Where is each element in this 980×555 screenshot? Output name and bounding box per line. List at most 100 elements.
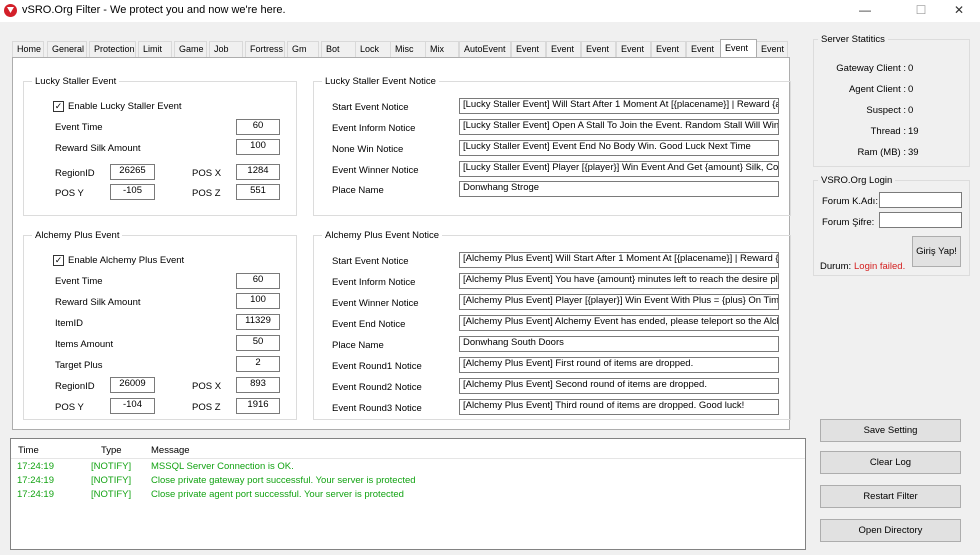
lucky-notice-input-inform[interactable]: [Lucky Staller Event] Open A Stall To Jo… xyxy=(459,119,779,135)
log-row[interactable]: 17:24:19 [NOTIFY] MSSQL Server Connectio… xyxy=(11,461,805,475)
tab-bot[interactable]: Bot xyxy=(321,41,357,57)
save-setting-button[interactable]: Save Setting xyxy=(820,419,961,442)
tab-game[interactable]: Game xyxy=(174,41,207,57)
alchemy-notice-input-end[interactable]: [Alchemy Plus Event] Alchemy Event has e… xyxy=(459,315,779,331)
alchemy-notice-input-round2[interactable]: [Alchemy Plus Event] Second round of ite… xyxy=(459,378,779,394)
log-header: Time Type Message xyxy=(11,439,805,459)
alchemy-posy-label: POS Y xyxy=(55,402,84,413)
close-button[interactable]: ✕ xyxy=(936,0,980,22)
alchemy-posy-input[interactable]: -104 xyxy=(110,398,155,414)
lucky-posz-input[interactable]: 551 xyxy=(236,184,280,200)
alchemy-notice-input-winner[interactable]: [Alchemy Plus Event] Player [{player}] W… xyxy=(459,294,779,310)
stat-agent-value: 0 xyxy=(908,84,914,95)
open-directory-button[interactable]: Open Directory xyxy=(820,519,961,542)
log-header-type[interactable]: Type xyxy=(101,445,122,456)
alchemy-event-time-input[interactable]: 60 xyxy=(236,273,280,289)
lucky-posx-input[interactable]: 1284 xyxy=(236,164,280,180)
tab-mix[interactable]: Mix xyxy=(425,41,459,57)
forum-user-label: Forum K.Adı: xyxy=(822,196,878,207)
alchemy-enable-label: Enable Alchemy Plus Event xyxy=(68,255,185,266)
tab-event-7[interactable]: Event xyxy=(720,39,757,57)
event-tab-panel: Lucky Staller Event ✓ Enable Lucky Stall… xyxy=(12,57,791,430)
alchemy-posz-input[interactable]: 1916 xyxy=(236,398,280,414)
log-row[interactable]: 17:24:19 [NOTIFY] Close private gateway … xyxy=(11,475,805,489)
lucky-reward-label: Reward Silk Amount xyxy=(55,143,141,154)
alchemy-itemid-label: ItemID xyxy=(55,318,83,329)
alchemy-reward-input[interactable]: 100 xyxy=(236,293,280,309)
lucky-posz-label: POS Z xyxy=(192,188,221,199)
alchemy-enable-checkbox[interactable]: ✓ xyxy=(53,255,64,266)
tab-limit[interactable]: Limit xyxy=(138,41,172,57)
log-list[interactable]: Time Type Message 17:24:19 [NOTIFY] MSSQ… xyxy=(10,438,806,550)
lucky-reward-input[interactable]: 100 xyxy=(236,139,280,155)
alchemy-notice-group-title: Alchemy Plus Event Notice xyxy=(322,230,443,241)
lucky-enable-checkbox[interactable]: ✓ xyxy=(53,101,64,112)
stat-suspect-label: Suspect : xyxy=(866,105,906,116)
lucky-notice-label-inform: Event Inform Notice xyxy=(332,123,416,134)
tab-event-2[interactable]: Event xyxy=(546,41,581,57)
app-logo-icon xyxy=(4,4,17,17)
tab-autoevent[interactable]: AutoEvent xyxy=(459,41,511,57)
lucky-notice-input-nonewin[interactable]: [Lucky Staller Event] Event End No Body … xyxy=(459,140,779,156)
lucky-notice-input-place[interactable]: Donwhang Stroge xyxy=(459,181,779,197)
tab-misc[interactable]: Misc xyxy=(390,41,426,57)
login-button[interactable]: Giriş Yap! xyxy=(912,236,961,267)
alchemy-itemid-input[interactable]: 11329 xyxy=(236,314,280,330)
tab-event-1[interactable]: Event xyxy=(511,41,546,57)
lucky-posy-input[interactable]: -105 xyxy=(110,184,155,200)
log-time: 17:24:19 xyxy=(17,461,54,472)
alchemy-region-input[interactable]: 26009 xyxy=(110,377,155,393)
lucky-notice-input-start[interactable]: [Lucky Staller Event] Will Start After 1… xyxy=(459,98,779,114)
tab-protection[interactable]: Protection xyxy=(89,41,136,57)
stat-agent-label: Agent Client : xyxy=(848,84,906,95)
tab-general[interactable]: General xyxy=(47,41,87,57)
tab-lock[interactable]: Lock xyxy=(355,41,391,57)
alchemy-notice-input-start[interactable]: [Alchemy Plus Event] Will Start After 1 … xyxy=(459,252,779,268)
alchemy-notice-label-end: Event End Notice xyxy=(332,319,406,330)
minimize-button[interactable]: — xyxy=(842,0,888,22)
alchemy-items-amount-input[interactable]: 50 xyxy=(236,335,280,351)
log-type: [NOTIFY] xyxy=(91,461,132,472)
forum-user-input[interactable] xyxy=(879,192,962,208)
log-message: Close private agent port successful. You… xyxy=(151,489,404,500)
tab-event-8[interactable]: Event xyxy=(756,41,788,57)
alchemy-posx-input[interactable]: 893 xyxy=(236,377,280,393)
clear-log-button[interactable]: Clear Log xyxy=(820,451,961,474)
stat-suspect-value: 0 xyxy=(908,105,914,116)
alchemy-notice-input-round1[interactable]: [Alchemy Plus Event] First round of item… xyxy=(459,357,779,373)
tab-home[interactable]: Home xyxy=(12,41,44,57)
lucky-event-time-label: Event Time xyxy=(55,122,103,133)
alchemy-notice-input-round3[interactable]: [Alchemy Plus Event] Third round of item… xyxy=(459,399,779,415)
log-message: Close private gateway port successful. Y… xyxy=(151,475,416,486)
lucky-region-input[interactable]: 26265 xyxy=(110,164,155,180)
lucky-notice-input-winner[interactable]: [Lucky Staller Event] Player [{player}] … xyxy=(459,161,779,177)
lucky-posx-label: POS X xyxy=(192,168,222,179)
stat-ram-label: Ram (MB) : xyxy=(857,147,906,158)
tab-event-3[interactable]: Event xyxy=(581,41,616,57)
tab-event-4[interactable]: Event xyxy=(616,41,651,57)
alchemy-target-plus-input[interactable]: 2 xyxy=(236,356,280,372)
alchemy-notice-label-round2: Event Round2 Notice xyxy=(332,382,422,393)
alchemy-notice-input-place[interactable]: Donwhang South Doors xyxy=(459,336,779,352)
tab-job[interactable]: Job xyxy=(209,41,243,57)
login-status-label: Durum: xyxy=(820,261,852,272)
log-type: [NOTIFY] xyxy=(91,489,132,500)
alchemy-notice-input-inform[interactable]: [Alchemy Plus Event] You have {amount} m… xyxy=(459,273,779,289)
forum-pass-input[interactable] xyxy=(879,212,962,228)
restart-filter-button[interactable]: Restart Filter xyxy=(820,485,961,508)
alchemy-reward-label: Reward Silk Amount xyxy=(55,297,141,308)
stat-thread-value: 19 xyxy=(908,126,919,137)
log-row[interactable]: 17:24:19 [NOTIFY] Close private agent po… xyxy=(11,489,805,503)
server-stats-group: Server Statitics Gateway Client : 0 Agen… xyxy=(813,34,970,167)
tab-fortress[interactable]: Fortress xyxy=(245,41,285,57)
tab-gm[interactable]: Gm xyxy=(287,41,319,57)
tab-event-6[interactable]: Event xyxy=(686,41,721,57)
log-header-time[interactable]: Time xyxy=(18,445,39,456)
forum-pass-label: Forum Şifre: xyxy=(822,217,875,228)
lucky-event-time-input[interactable]: 60 xyxy=(236,119,280,135)
alchemy-group-title: Alchemy Plus Event xyxy=(32,230,123,241)
login-title: VSRO.Org Login xyxy=(818,175,896,186)
alchemy-event-time-label: Event Time xyxy=(55,276,103,287)
tab-event-5[interactable]: Event xyxy=(651,41,686,57)
log-header-message[interactable]: Message xyxy=(151,445,190,456)
